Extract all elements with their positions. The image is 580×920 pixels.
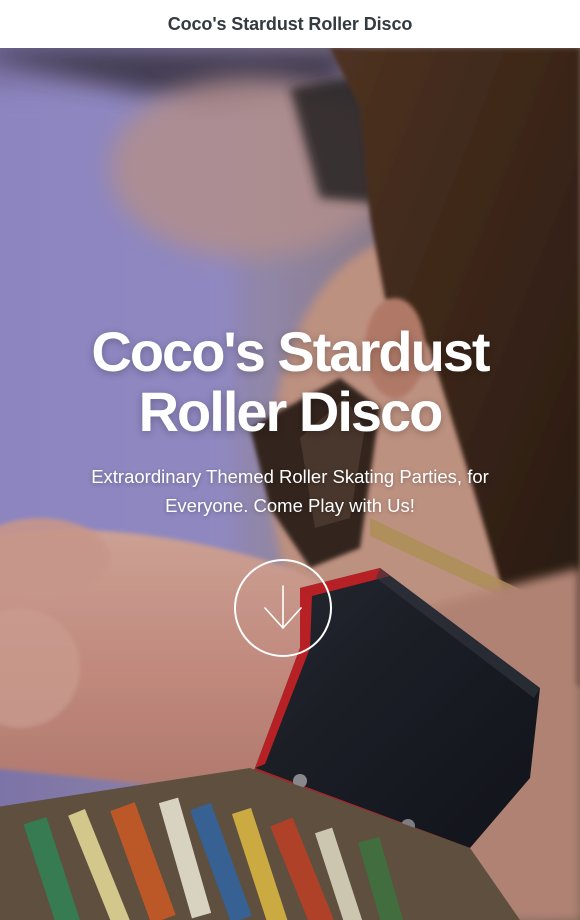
hero-section: Coco's Stardust Roller Disco Extraordina…: [0, 48, 580, 920]
hero-content: Coco's Stardust Roller Disco Extraordina…: [0, 322, 580, 520]
site-header: Coco's Stardust Roller Disco: [0, 0, 580, 48]
scroll-down-button[interactable]: [234, 559, 332, 657]
hero-tagline: Extraordinary Themed Roller Skating Part…: [91, 466, 489, 516]
site-title[interactable]: Coco's Stardust Roller Disco: [168, 14, 413, 35]
arrow-down-icon: [264, 585, 302, 629]
hero-heading: Coco's Stardust Roller Disco: [91, 320, 490, 443]
